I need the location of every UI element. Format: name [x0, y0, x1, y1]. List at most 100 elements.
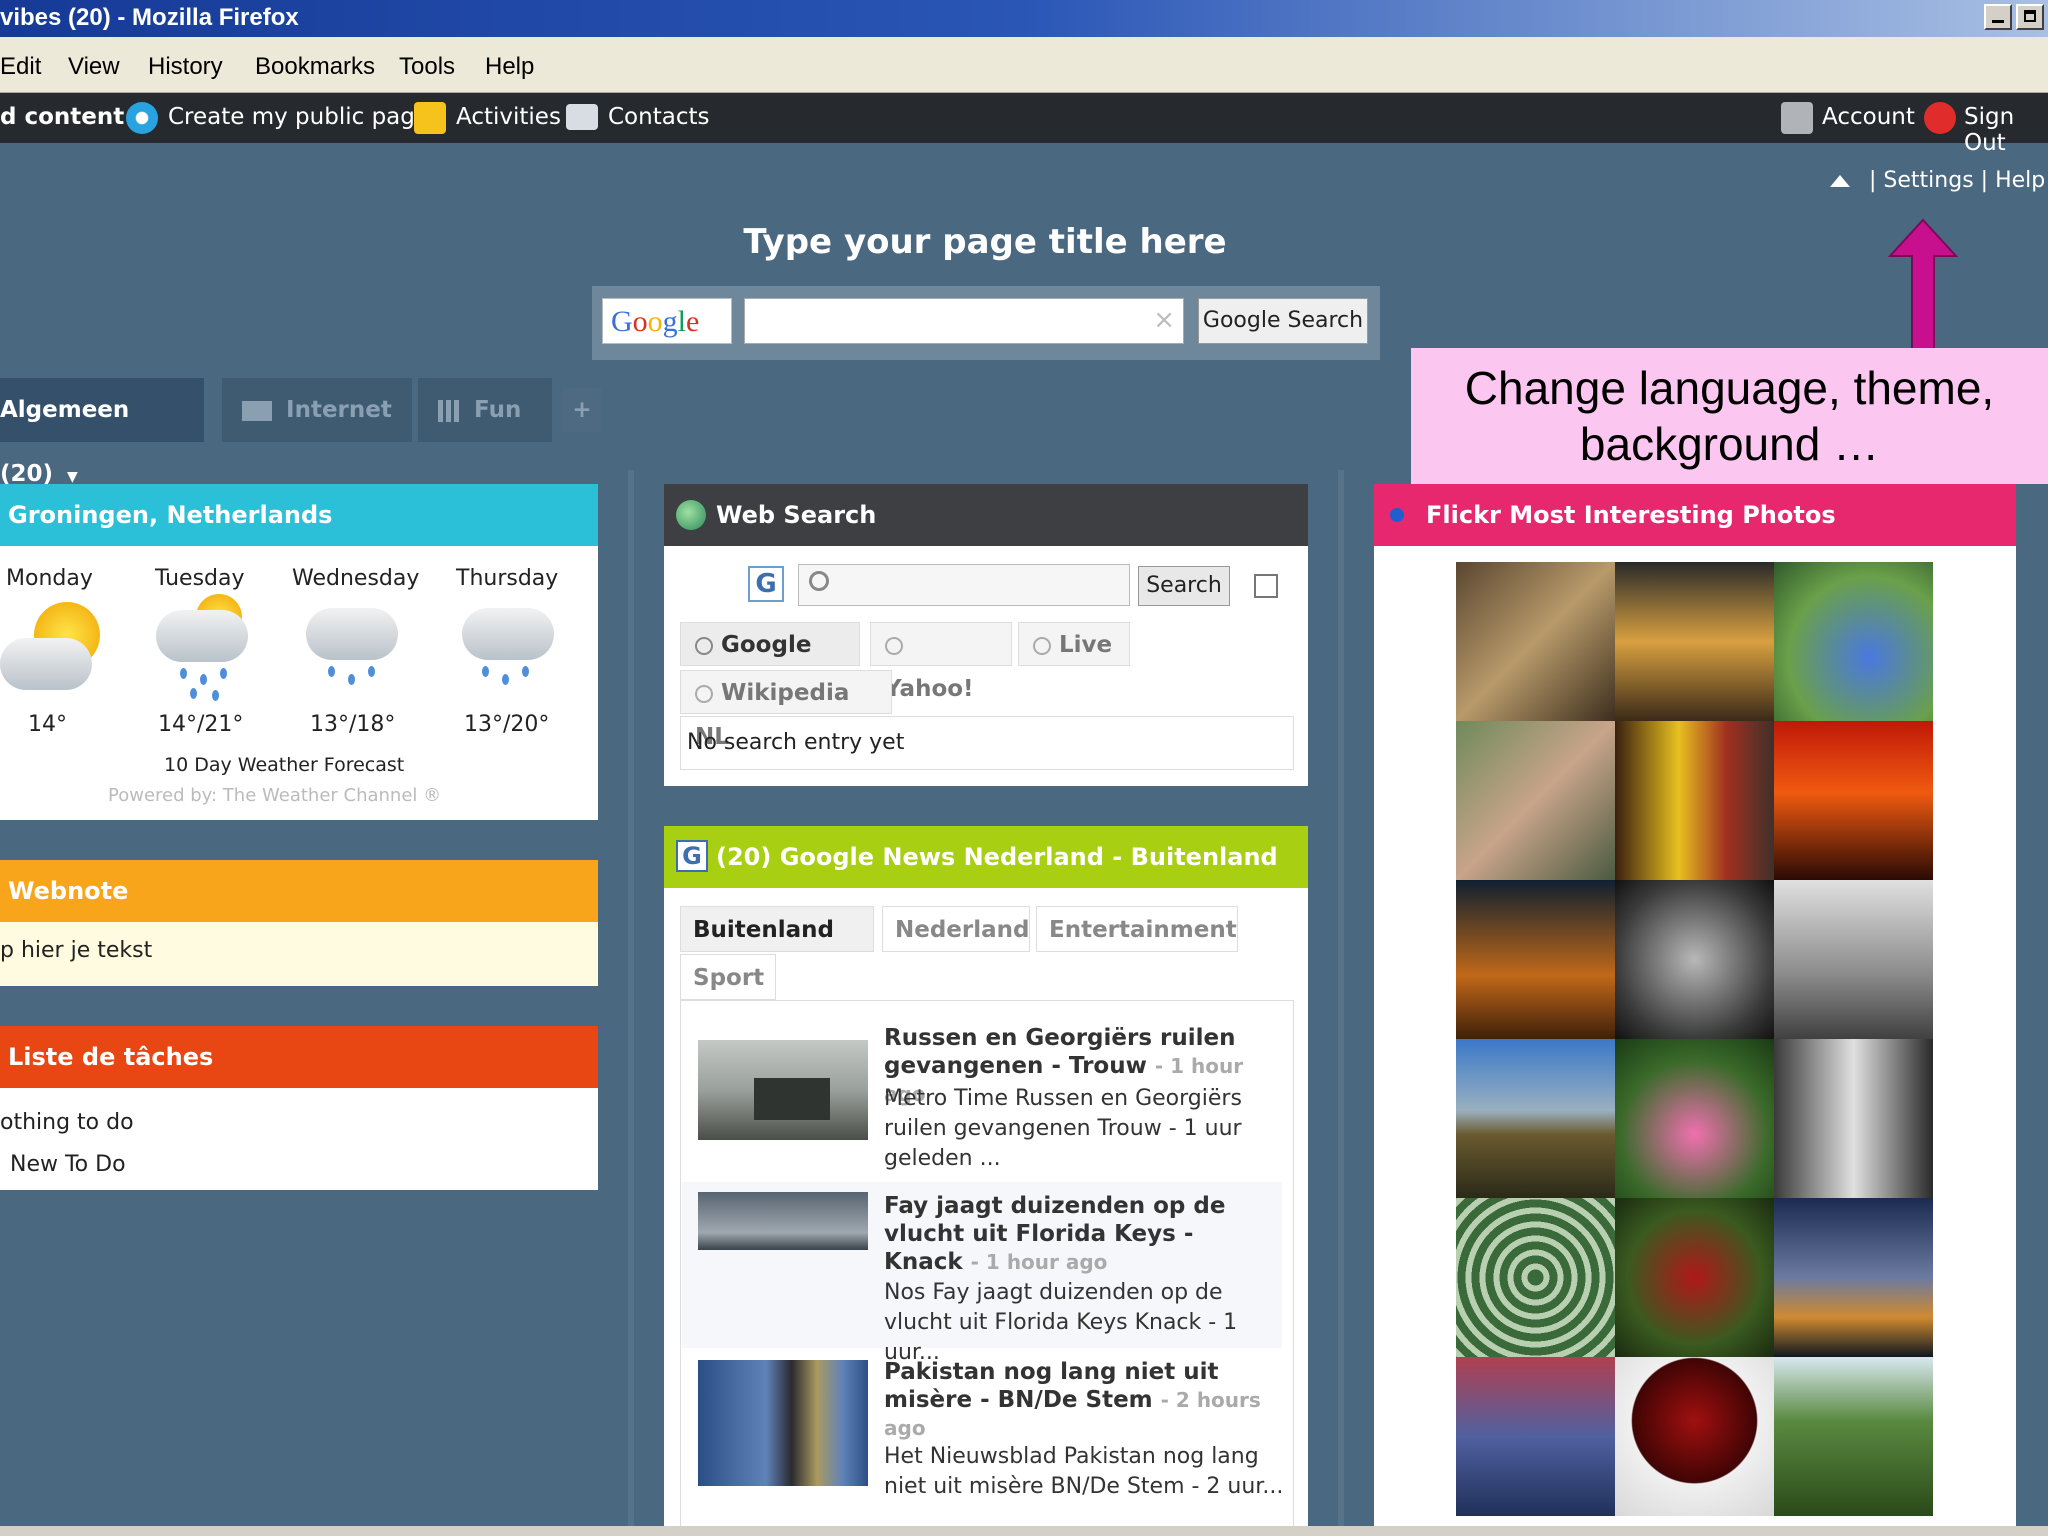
contacts-icon [566, 104, 598, 130]
news-thumbnail[interactable] [698, 1040, 868, 1140]
webnote-widget: Webnote p hier je tekst [0, 860, 598, 986]
web-search-input[interactable] [798, 564, 1130, 606]
restore-button[interactable] [2016, 4, 2044, 30]
photo-thumbnail[interactable] [1456, 721, 1615, 880]
photo-thumbnail[interactable] [1615, 1039, 1774, 1198]
tab-label: Fun [474, 397, 522, 423]
photo-thumbnail[interactable] [1774, 880, 1933, 1039]
menu-help[interactable]: Help [485, 53, 534, 81]
google-g-icon: G [676, 840, 708, 872]
forecast-link[interactable]: 10 Day Weather Forecast [164, 754, 404, 776]
google-search-bar: Google × Google Search [592, 286, 1380, 360]
star-icon [414, 102, 446, 134]
tab-fun[interactable]: Fun [418, 378, 552, 442]
news-thumbnail[interactable] [698, 1360, 868, 1486]
web-search-button[interactable]: Search [1138, 566, 1230, 606]
engine-tab-wikipedia[interactable]: Wikipedia NL [680, 670, 892, 750]
rain-icon [458, 604, 568, 694]
page-title[interactable]: Type your page title here [0, 222, 1970, 262]
menu-edit[interactable]: Edit [0, 53, 41, 81]
photo-thumbnail[interactable] [1615, 880, 1774, 1039]
webnote-title: Webnote [8, 877, 129, 905]
weather-header[interactable]: Groningen, Netherlands [0, 484, 598, 546]
menu-tools[interactable]: Tools [399, 53, 455, 81]
add-tab-button[interactable]: + [562, 388, 602, 432]
news-thumbnail[interactable] [698, 1192, 868, 1250]
photo-thumbnail[interactable] [1456, 1357, 1615, 1516]
photo-thumbnail[interactable] [1774, 562, 1933, 721]
news-tab-buitenland[interactable]: Buitenland ▼ [680, 906, 874, 987]
news-tab-nederland[interactable]: Nederland [882, 906, 1030, 952]
menu-history[interactable]: History [148, 53, 223, 81]
webnote-text[interactable]: p hier je tekst [0, 922, 598, 963]
news-item-title[interactable]: Pakistan nog lang niet uit misère - BN/D… [884, 1358, 1274, 1442]
window-title: vibes (20) - Mozilla Firefox [0, 4, 299, 31]
google-search-button[interactable]: Google Search [1198, 298, 1368, 344]
settings-link[interactable]: Settings [1883, 168, 1973, 193]
weather-powered-by[interactable]: Powered by: The Weather Channel ® [108, 785, 441, 806]
flickr-header[interactable]: Flickr Most Interesting Photos [1374, 484, 2016, 546]
engine-tab-google[interactable]: Google ▼ [680, 622, 860, 700]
window-title-bar: vibes (20) - Mozilla Firefox [0, 0, 2048, 37]
link-separator: | [1869, 168, 1877, 193]
search-checkbox[interactable] [1254, 574, 1278, 598]
weather-temp: 13°/20° [464, 712, 550, 737]
news-tab-entertainment[interactable]: Entertainment [1036, 906, 1238, 952]
news-snippet: Nos Fay jaagt duizenden op de vlucht uit… [884, 1280, 1238, 1365]
photo-thumbnail[interactable] [1774, 1039, 1933, 1198]
contacts-link[interactable]: Contacts [608, 104, 709, 130]
tab-label: Internet [286, 397, 392, 423]
web-search-title: Web Search [716, 501, 877, 529]
help-link[interactable]: Help [1995, 168, 2045, 193]
sign-out-link[interactable]: Sign Out [1964, 104, 2048, 156]
add-content-link[interactable]: d content [0, 104, 124, 130]
chevron-down-icon[interactable]: ▼ [67, 469, 78, 485]
news-header[interactable]: G (20) Google News Nederland - Buitenlan… [664, 826, 1308, 888]
engine-tab-live[interactable]: Live [1018, 622, 1130, 666]
link-separator: | [1980, 168, 1989, 193]
tab-internet[interactable]: Internet [222, 378, 412, 442]
create-public-page-link[interactable]: Create my public page [168, 104, 429, 130]
news-item-title[interactable]: Fay jaagt duizenden op de vlucht uit Flo… [884, 1192, 1274, 1276]
grid-icon [438, 399, 460, 422]
news-snippet: Metro Time Russen en Georgiërs ruilen ge… [884, 1086, 1242, 1171]
activities-link[interactable]: Activities [456, 104, 561, 130]
photo-thumbnail[interactable] [1615, 562, 1774, 721]
photo-thumbnail[interactable] [1456, 1198, 1615, 1357]
webnote-header[interactable]: Webnote [0, 860, 598, 922]
new-todo-link[interactable]: New To Do [0, 1144, 598, 1186]
engine-tab-yahoo[interactable]: Yahoo! [870, 622, 1012, 702]
photo-thumbnail[interactable] [1774, 721, 1933, 880]
internet-tab-icon [242, 400, 272, 421]
menu-view[interactable]: View [68, 53, 120, 81]
photo-thumbnail[interactable] [1456, 1039, 1615, 1198]
news-tab-sport[interactable]: Sport [680, 954, 776, 1000]
column-separator [1338, 470, 1344, 1536]
weather-day: Wednesday [292, 566, 420, 591]
globe-icon [676, 500, 706, 530]
photo-thumbnail[interactable] [1774, 1198, 1933, 1357]
flickr-dot-icon [1390, 508, 1404, 522]
photo-thumbnail[interactable] [1774, 1357, 1933, 1516]
tab-algemeen[interactable]: Algemeen (20) ▼ [0, 378, 204, 487]
google-search-input[interactable]: × [744, 298, 1184, 344]
photo-thumbnail[interactable] [1456, 880, 1615, 1039]
news-title: (20) Google News Nederland - Buitenland [716, 843, 1278, 871]
collapse-arrow-icon[interactable] [1830, 175, 1850, 187]
todo-header[interactable]: Liste de tâches [0, 1026, 598, 1088]
globe-icon [885, 636, 903, 655]
news-age: - 1 hour ago [970, 1250, 1108, 1274]
photo-thumbnail[interactable] [1615, 1198, 1774, 1357]
photo-thumbnail[interactable] [1456, 562, 1615, 721]
annotation-callout: Change language, theme, background … [1411, 348, 2048, 484]
weather-day: Monday [6, 566, 93, 591]
clear-icon[interactable]: × [1153, 305, 1175, 335]
account-link[interactable]: Account [1822, 104, 1915, 130]
menu-bookmarks[interactable]: Bookmarks [255, 53, 375, 81]
photo-thumbnail[interactable] [1615, 721, 1774, 880]
photo-thumbnail[interactable] [1615, 1357, 1774, 1516]
sun-cloud-icon [0, 598, 110, 698]
globe-icon [695, 636, 713, 655]
web-search-header[interactable]: Web Search [664, 484, 1308, 546]
minimize-button[interactable] [1984, 4, 2012, 30]
